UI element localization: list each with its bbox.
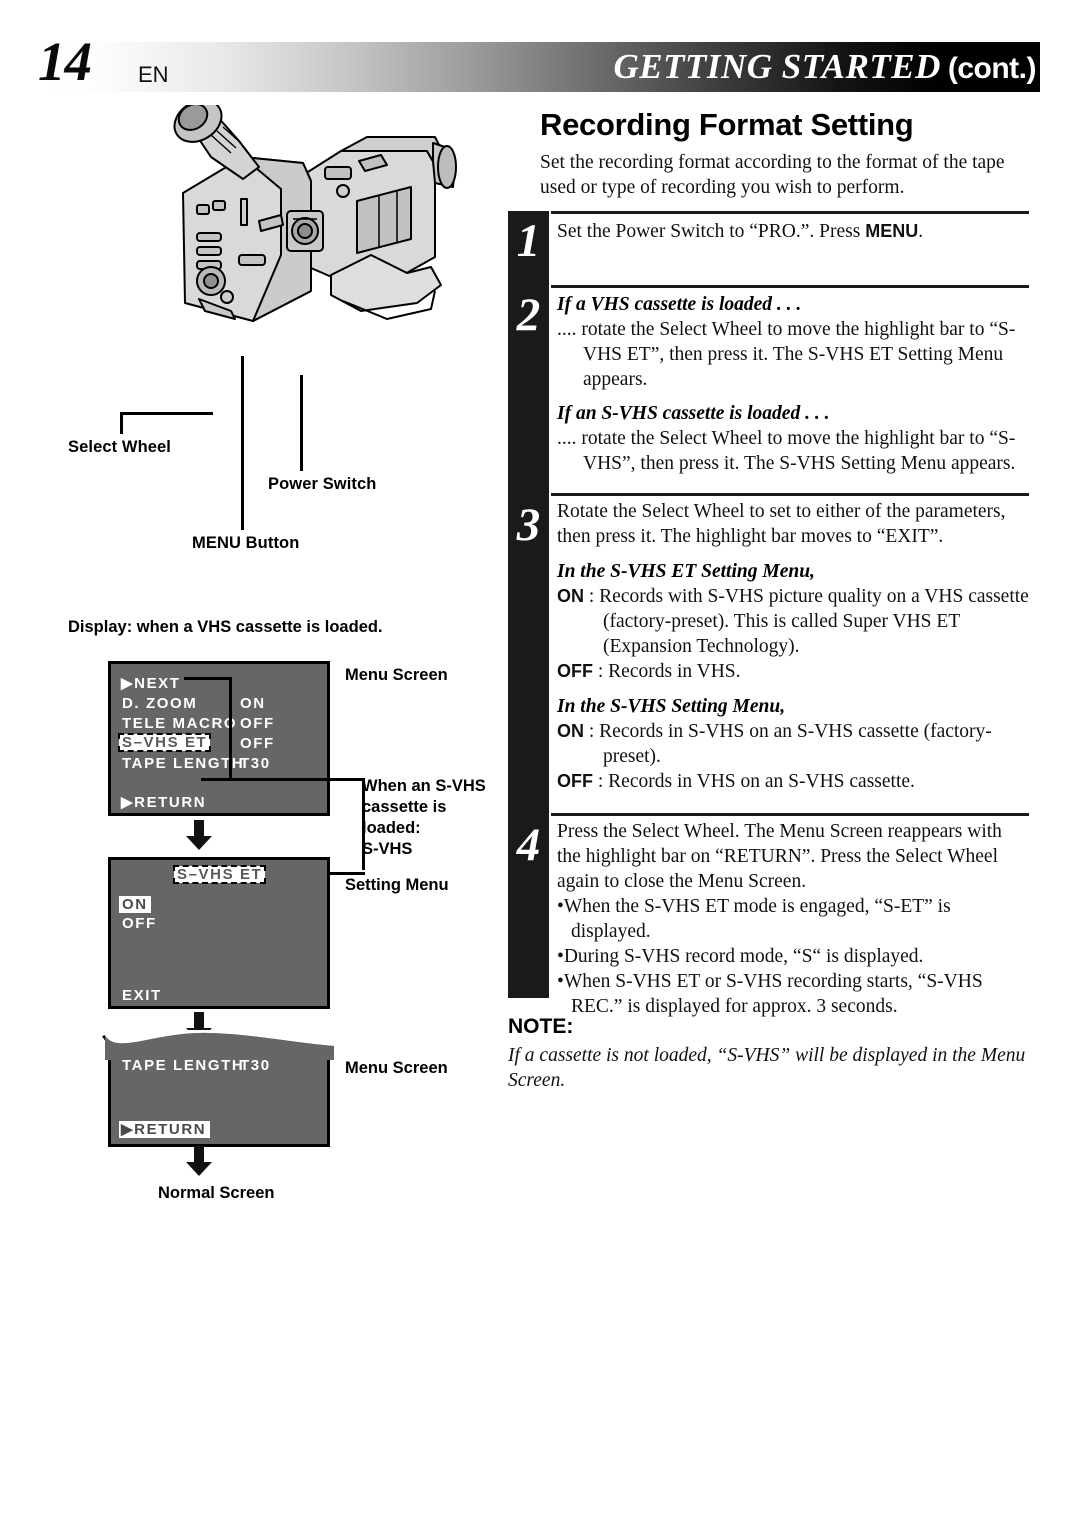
step-4-bullet-3-text: When S-VHS ET or S-VHS recording starts,…: [563, 970, 983, 1017]
step-3-et-on-label: ON: [557, 585, 584, 606]
step-2-body-1: .... rotate the Select Wheel to move the…: [557, 318, 1016, 390]
step-4-bullet-1: •When the S-VHS ET mode is engaged, “S-E…: [557, 895, 951, 942]
osd-row-dzoom-value: ON: [240, 695, 266, 712]
osd-row-tapelength-value: T30: [240, 755, 271, 772]
step-3-et-off-label: OFF: [557, 660, 593, 681]
step-4-body: Press the Select Wheel. The Menu Screen …: [557, 821, 1002, 892]
section-intro: Set the recording format according to th…: [540, 152, 1005, 199]
select-wheel-leader-horizontal: [120, 412, 213, 415]
label-menu-screen-1: Menu Screen: [345, 666, 448, 684]
step-3-et-off-text: : Records in VHS.: [597, 660, 741, 682]
step-divider-2: [551, 285, 1029, 288]
step-2-body-2: .... rotate the Select Wheel to move the…: [557, 427, 1016, 474]
label-menu-screen-2: Menu Screen: [345, 1059, 448, 1077]
camcorder-drawing: [173, 105, 457, 322]
step-3-sv-off: OFF : Records in VHS on an S-VHS cassett…: [557, 770, 1029, 795]
step-3-text: Rotate the Select Wheel to set to either…: [557, 500, 1029, 794]
step-1-bold-menu: MENU: [865, 221, 919, 241]
step-4-bullet-1-text: When the S-VHS ET mode is engaged, “S-ET…: [563, 895, 951, 942]
header-title-continued: (cont.): [947, 52, 1037, 85]
osd-row-svhset-value: OFF: [240, 735, 275, 752]
step-3-body: Rotate the Select Wheel to set to either…: [557, 501, 1006, 547]
callout-menu-button: MENU Button: [192, 534, 300, 552]
osd-setting-menu-screen: S–VHS ET ON OFF EXIT: [108, 857, 330, 1009]
step-2-subheading-2: If an S-VHS cassette is loaded . . .: [557, 402, 830, 424]
svhs-note-leader-v1: [229, 677, 232, 781]
osd-row2-return-highlighted[interactable]: ▶RETURN: [119, 1121, 211, 1138]
svhs-note-leader-h-top: [184, 677, 232, 680]
page-language-code: EN: [138, 62, 169, 87]
step-1-text-post: .: [918, 221, 924, 242]
osd-row-return[interactable]: ▶RETURN: [121, 795, 206, 810]
step-number-1: 1: [516, 215, 541, 267]
osd-row-tapelength-label: TAPE LENGTH: [122, 755, 245, 772]
step-3-sv-on-text: : Records in S-VHS on an S-VHS cassette …: [588, 720, 992, 767]
down-arrow-1: [186, 820, 212, 850]
torn-edge-decoration: [102, 1030, 342, 1060]
osd-option-off[interactable]: OFF: [122, 916, 157, 931]
page-number: 14: [38, 31, 92, 92]
label-normal-screen: Normal Screen: [158, 1184, 275, 1202]
menu-button-leader: [241, 356, 244, 530]
page-header: 14 EN GETTING STARTED (cont.): [38, 34, 1040, 92]
step-divider-4: [551, 813, 1029, 816]
osd-row-next: ▶NEXT: [121, 675, 181, 692]
osd-menu-screen-2-wrapper: TAPE LENGTH T30 ▶RETURN: [102, 1030, 342, 1147]
osd-menu-screen-2: TAPE LENGTH T30 ▶RETURN: [108, 1047, 330, 1147]
label-setting-menu: Setting Menu: [345, 876, 449, 894]
manual-page: 14 EN GETTING STARTED (cont.) Select Whe…: [0, 0, 1080, 1533]
osd-option-exit[interactable]: EXIT: [122, 988, 162, 1003]
osd-menu-screen-1: ▶NEXT D. ZOOM ON TELE MACRO OFF S–VHS ET…: [108, 661, 330, 816]
step-4-bullet-2-text: During S-VHS record mode, “S“ is display…: [563, 945, 924, 967]
step-4-text: Press the Select Wheel. The Menu Screen …: [557, 820, 1029, 1020]
osd-option-on-selected[interactable]: ON: [119, 896, 151, 913]
step-3-sv-off-text: : Records in VHS on an S-VHS cassette.: [597, 770, 915, 792]
osd-row2-tapelength-value: T30: [240, 1057, 271, 1074]
step-3-et-on-text: : Records with S-VHS picture quality on …: [588, 585, 1029, 657]
step-4-bullet-2: •During S-VHS record mode, “S“ is displa…: [557, 945, 924, 967]
step-3-sv-on: ON : Records in S-VHS on an S-VHS casset…: [557, 720, 1029, 770]
step-3-et-off: OFF : Records in VHS.: [557, 660, 1029, 685]
camcorder-illustration: [135, 105, 475, 365]
svhs-note-leader-h1: [201, 778, 365, 781]
callout-power-switch: Power Switch: [268, 475, 377, 493]
step-3-sv-off-label: OFF: [557, 770, 593, 791]
osd-row-telemacro-label: TELE MACRO: [122, 715, 238, 732]
osd-row-svhset-label-highlighted[interactable]: S–VHS ET: [117, 733, 212, 752]
step-3-sv-on-label: ON: [557, 720, 584, 741]
step-3-sv-heading: In the S-VHS Setting Menu,: [557, 695, 786, 717]
step-divider-1: [551, 211, 1029, 214]
select-wheel-leader-vertical: [120, 412, 123, 434]
osd-setting-title-highlighted: S–VHS ET: [172, 865, 267, 884]
header-title: GETTING STARTED (cont.): [613, 49, 1036, 84]
svhs-note-line-2: cassette is loaded:: [362, 798, 447, 838]
down-arrow-3: [186, 1146, 212, 1176]
step-1-text: Set the Power Switch to “PRO.”. Press ME…: [557, 220, 1029, 245]
note-body: If a cassette is not loaded, “S-VHS” wil…: [508, 1045, 1026, 1091]
note-heading: NOTE:: [508, 1015, 574, 1038]
svhs-note-line-3: S-VHS: [362, 840, 413, 859]
svhs-note-line-1: When an S-VHS: [362, 777, 486, 795]
display-section-caption: Display: when a VHS cassette is loaded.: [68, 618, 383, 636]
power-switch-leader: [300, 375, 303, 471]
step-1-text-pre: Set the Power Switch to “PRO.”. Press: [557, 221, 866, 242]
osd-row-dzoom-label: D. ZOOM: [122, 695, 198, 712]
step-divider-3: [551, 493, 1029, 496]
step-number-2: 2: [516, 289, 541, 341]
header-title-main: GETTING STARTED: [613, 47, 941, 86]
callout-select-wheel: Select Wheel: [68, 438, 171, 456]
osd-row2-tapelength-label: TAPE LENGTH: [122, 1057, 245, 1074]
osd-row-telemacro-value: OFF: [240, 715, 275, 732]
step-3-et-heading: In the S-VHS ET Setting Menu,: [557, 560, 815, 582]
step-4-bullet-3: •When S-VHS ET or S-VHS recording starts…: [557, 970, 983, 1017]
step-2-subheading-1: If a VHS cassette is loaded . . .: [557, 294, 802, 315]
step-2-text: If a VHS cassette is loaded . . . .... r…: [557, 293, 1029, 477]
step-3-et-on: ON : Records with S-VHS picture quality …: [557, 585, 1029, 660]
step-number-3: 3: [516, 499, 541, 551]
label-svhs-cassette-note: When an S-VHS cassette is loaded: S-VHS: [362, 776, 500, 860]
section-title: Recording Format Setting: [540, 107, 914, 142]
step-number-4: 4: [516, 819, 541, 871]
